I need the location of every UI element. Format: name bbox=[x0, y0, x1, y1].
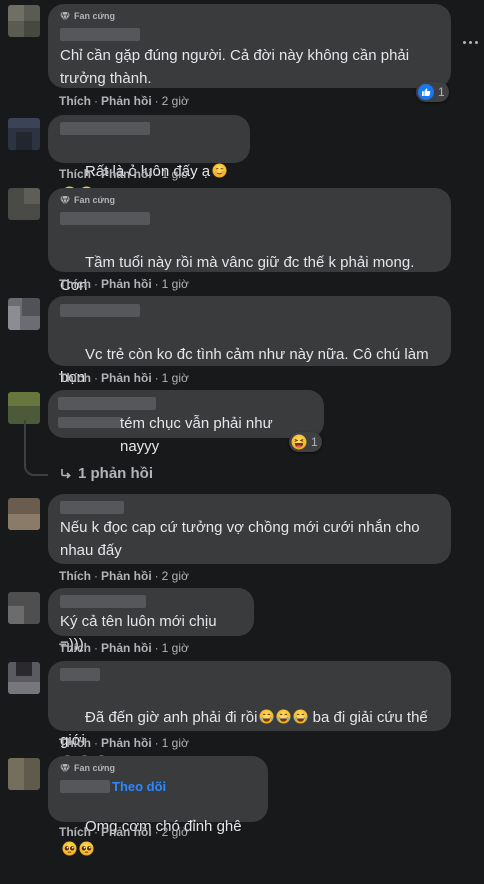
avatar[interactable] bbox=[8, 498, 40, 530]
comment-bubble: Fan cứng Chỉ cần gặp đúng người. Cả đời … bbox=[48, 4, 451, 88]
like-link[interactable]: Thích bbox=[59, 167, 91, 181]
timestamp[interactable]: 1 giờ bbox=[162, 641, 189, 655]
top-fan-badge: Fan cứng bbox=[60, 195, 115, 205]
reply-link[interactable]: Phản hồi bbox=[101, 641, 152, 655]
reaction-count: 1 bbox=[311, 435, 318, 449]
grinning-face-icon bbox=[293, 709, 308, 724]
diamond-icon bbox=[60, 196, 70, 205]
avatar[interactable] bbox=[8, 298, 40, 330]
like-icon bbox=[418, 84, 434, 100]
comment-bubble: tém chục vẫn phải như nayyy bbox=[48, 390, 324, 455]
view-replies-link[interactable]: 1 phản hồi bbox=[60, 465, 153, 482]
reply-thread-line bbox=[24, 420, 48, 476]
grinning-face-icon bbox=[259, 709, 274, 724]
timestamp[interactable]: 1 giờ bbox=[162, 277, 189, 291]
comment-actions: Thích · Phản hồi · 1 giờ bbox=[59, 371, 189, 385]
reply-arrow-icon bbox=[60, 468, 72, 480]
timestamp[interactable]: 2 giờ bbox=[162, 94, 189, 108]
reaction-count: 1 bbox=[438, 85, 445, 99]
haha-icon bbox=[291, 434, 307, 450]
avatar[interactable] bbox=[8, 118, 40, 150]
reply-link[interactable]: Phản hồi bbox=[101, 569, 152, 583]
like-link[interactable]: Thích bbox=[59, 94, 91, 108]
commenter-name-line-2 bbox=[58, 417, 122, 428]
reply-link[interactable]: Phản hồi bbox=[101, 167, 152, 181]
like-link[interactable]: Thích bbox=[59, 569, 91, 583]
commenter-name[interactable] bbox=[60, 122, 150, 135]
comment-text: Chỉ cần gặp đúng người. Cả đời này không… bbox=[60, 47, 410, 87]
like-link[interactable]: Thích bbox=[59, 641, 91, 655]
top-fan-badge: Fan cứng bbox=[60, 763, 115, 773]
like-link[interactable]: Thích bbox=[59, 371, 91, 385]
comment-actions: Thích · Phản hồi · 2 giờ bbox=[59, 94, 189, 108]
reaction-summary[interactable]: 1 bbox=[416, 82, 449, 102]
avatar[interactable] bbox=[8, 188, 40, 220]
commenter-name[interactable] bbox=[60, 595, 146, 608]
comment-actions: Thích · Phản hồi · 1 giờ bbox=[59, 736, 189, 750]
timestamp[interactable]: 1 giờ bbox=[162, 167, 189, 181]
commenter-name[interactable] bbox=[60, 501, 124, 514]
commenter-name[interactable] bbox=[60, 668, 100, 681]
reply-link[interactable]: Phản hồi bbox=[101, 825, 152, 839]
like-link[interactable]: Thích bbox=[59, 825, 91, 839]
comment-bubble: Fan cứng Tầm tuổi này rồi mà vânc giữ đc… bbox=[48, 188, 451, 317]
reply-link[interactable]: Phản hồi bbox=[101, 371, 152, 385]
comment-text: tém chục vẫn phải như nayyy bbox=[120, 415, 277, 455]
diamond-icon bbox=[60, 764, 70, 773]
comment-actions: Thích · Phản hồi · 1 giờ bbox=[59, 277, 189, 291]
avatar[interactable] bbox=[8, 5, 40, 37]
diamond-icon bbox=[60, 12, 70, 21]
reply-link[interactable]: Phản hồi bbox=[101, 277, 152, 291]
comment-bubble: Fan cứng Theo dõi Omg cơm chó đỉnh ghê bbox=[48, 756, 268, 822]
pleading-face-icon bbox=[62, 841, 77, 856]
timestamp[interactable]: 1 giờ bbox=[162, 371, 189, 385]
badge-label: Fan cứng bbox=[74, 763, 116, 773]
avatar[interactable] bbox=[8, 592, 40, 624]
replies-count: 1 phản hồi bbox=[78, 465, 153, 482]
pleading-face-icon bbox=[79, 841, 94, 856]
like-link[interactable]: Thích bbox=[59, 736, 91, 750]
comment-bubble: Đã đến giờ anh phải đi rồi ba đi giải cứ… bbox=[48, 661, 451, 731]
comment-actions: Thích · Phản hồi · 1 giờ bbox=[59, 641, 189, 655]
comment-bubble: Rất là ỏ luôn đấy ạ bbox=[48, 115, 250, 163]
comment-actions: Thích · Phản hồi · 2 giờ bbox=[59, 825, 189, 839]
timestamp[interactable]: 2 giờ bbox=[162, 569, 189, 583]
reply-link[interactable]: Phản hồi bbox=[101, 94, 152, 108]
timestamp[interactable]: 2 giờ bbox=[162, 825, 189, 839]
comment-bubble: Nếu k đọc cap cứ tưởng vợ chồng mới cưới… bbox=[48, 494, 451, 564]
top-fan-badge: Fan cứng bbox=[60, 11, 115, 21]
like-link[interactable]: Thích bbox=[59, 277, 91, 291]
commenter-name[interactable] bbox=[60, 304, 140, 317]
comment-bubble: Ký cả tên luôn mới chịu =))) bbox=[48, 588, 254, 653]
comment-actions: Thích · Phản hồi · 1 giờ bbox=[59, 167, 189, 181]
comment-actions: Thích · Phản hồi · 2 giờ bbox=[59, 569, 189, 583]
badge-label: Fan cứng bbox=[74, 11, 116, 21]
comment-text: Nếu k đọc cap cứ tưởng vợ chồng mới cưới… bbox=[60, 519, 420, 559]
commenter-name[interactable] bbox=[60, 212, 150, 225]
commenter-name[interactable] bbox=[60, 28, 140, 41]
commenter-name[interactable] bbox=[58, 397, 156, 410]
smiling-face-icon bbox=[212, 163, 227, 178]
timestamp[interactable]: 1 giờ bbox=[162, 736, 189, 750]
grinning-face-icon bbox=[276, 709, 291, 724]
more-options-icon[interactable] bbox=[463, 41, 478, 44]
comment-bubble: Vc trẻ còn ko đc tình cảm như này nữa. C… bbox=[48, 296, 451, 409]
avatar[interactable] bbox=[8, 758, 40, 790]
badge-label: Fan cứng bbox=[74, 195, 116, 205]
reply-link[interactable]: Phản hồi bbox=[101, 736, 152, 750]
avatar[interactable] bbox=[8, 662, 40, 694]
reaction-summary[interactable]: 1 bbox=[289, 432, 322, 452]
